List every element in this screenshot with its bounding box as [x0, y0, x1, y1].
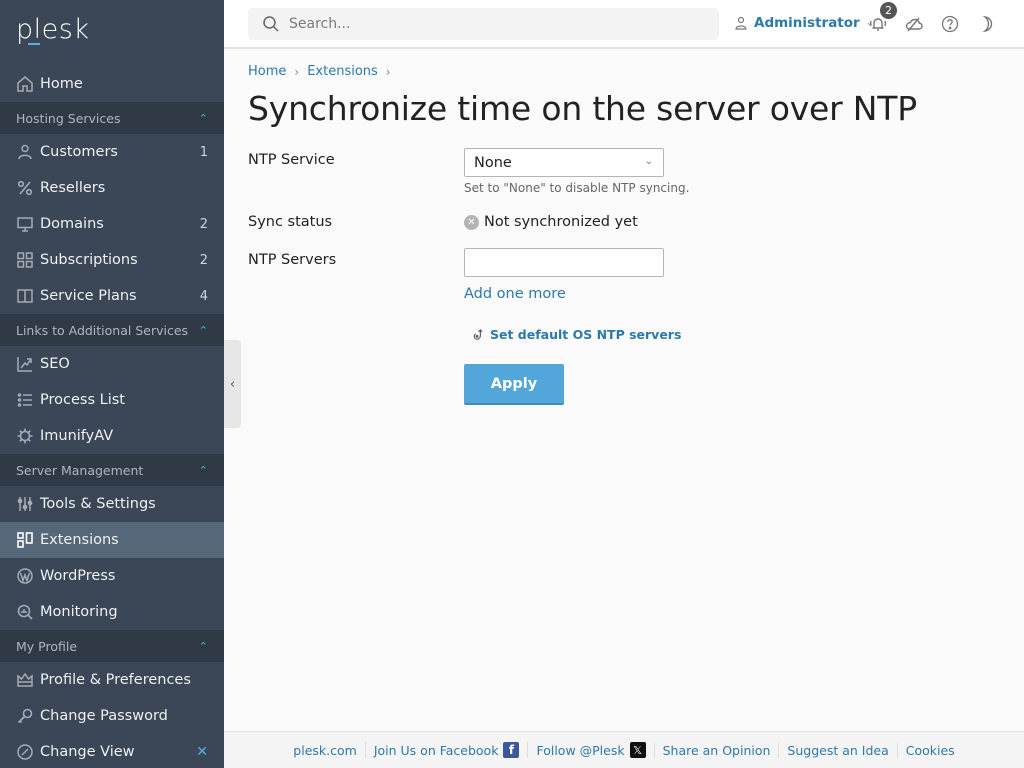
customers-count: 1 — [199, 144, 208, 160]
help-button[interactable] — [940, 14, 960, 34]
footer-link-x[interactable]: Follow @Plesk 𝕏 — [527, 742, 653, 758]
ntp-service-label: NTP Service — [248, 152, 335, 168]
logo-underline — [28, 43, 40, 45]
chevron-up-icon: ⌃ — [198, 323, 208, 337]
sidebar: plesk Home Hosting Services ⌃ Customers … — [0, 0, 224, 768]
sync-status: ✕ Not synchronized yet — [464, 214, 638, 230]
domains-count: 2 — [199, 216, 208, 232]
sidebar-item-wordpress[interactable]: WordPress — [0, 558, 224, 594]
search-icon — [263, 16, 279, 32]
footer-link-share-opinion[interactable]: Share an Opinion — [653, 742, 779, 758]
plesk-logo[interactable]: plesk — [0, 0, 224, 66]
breadcrumb-extensions[interactable]: Extensions — [307, 64, 378, 79]
crown-icon — [16, 671, 34, 689]
sliders-icon — [16, 495, 34, 513]
sidebar-item-profile-preferences[interactable]: Profile & Preferences — [0, 662, 224, 698]
close-icon[interactable]: ✕ — [196, 744, 208, 760]
help-icon — [941, 15, 959, 33]
ntp-service-value: None — [474, 154, 512, 171]
add-one-more-link[interactable]: Add one more — [464, 286, 566, 302]
apply-button[interactable]: Apply — [464, 364, 564, 405]
cloud-button[interactable] — [904, 14, 924, 34]
sidebar-item-extensions[interactable]: Extensions — [0, 522, 224, 558]
sidebar-item-home[interactable]: Home — [0, 66, 224, 102]
chevron-down-icon: ⌄ — [644, 156, 653, 167]
breadcrumb: Home › Extensions › — [248, 64, 399, 79]
sync-status-label: Sync status — [248, 214, 333, 230]
reset-icon — [473, 329, 483, 340]
ntp-server-input[interactable] — [464, 248, 664, 277]
service-plans-count: 4 — [199, 288, 208, 304]
footer-link-cookies[interactable]: Cookies — [896, 742, 963, 758]
sidebar-item-monitoring[interactable]: Monitoring — [0, 594, 224, 630]
user-icon — [16, 143, 34, 161]
book-icon — [16, 287, 34, 305]
sidebar-group-additional-services[interactable]: Links to Additional Services ⌃ — [0, 314, 224, 346]
user-icon — [735, 16, 747, 30]
sidebar-group-my-profile[interactable]: My Profile ⌃ — [0, 630, 224, 662]
sidebar-collapse-button[interactable]: ‹ — [224, 340, 241, 428]
chevron-left-icon: ‹ — [229, 376, 236, 392]
notifications-badge: 2 — [880, 2, 897, 19]
cloud-off-icon — [905, 17, 923, 32]
footer-link-suggest-idea[interactable]: Suggest an Idea — [778, 742, 896, 758]
chevron-up-icon: ⌃ — [198, 111, 208, 125]
theme-toggle-button[interactable] — [976, 14, 996, 34]
sidebar-item-change-view[interactable]: Change View ✕ — [0, 734, 224, 768]
key-icon — [16, 707, 34, 725]
sidebar-item-seo[interactable]: SEO — [0, 346, 224, 382]
moon-icon — [982, 15, 993, 33]
percent-icon — [16, 179, 34, 197]
chevron-right-icon: › — [294, 64, 300, 79]
footer-link-plesk[interactable]: plesk.com — [285, 743, 365, 758]
footer-link-facebook[interactable]: Join Us on Facebook f — [364, 742, 528, 758]
sidebar-item-customers[interactable]: Customers 1 — [0, 134, 224, 170]
wordpress-icon — [16, 567, 34, 585]
ntp-service-select[interactable]: None ⌄ — [464, 148, 664, 177]
sidebar-item-tools-settings[interactable]: Tools & Settings — [0, 486, 224, 522]
footer: plesk.com Join Us on Facebook f Follow @P… — [224, 731, 1024, 768]
user-menu[interactable]: Administrator ⌄ — [734, 15, 873, 31]
facebook-icon: f — [503, 742, 520, 758]
monitoring-icon — [16, 603, 34, 621]
page-title: Synchronize time on the server over NTP — [248, 89, 917, 128]
chevron-up-icon: ⌃ — [198, 639, 208, 653]
sidebar-item-resellers[interactable]: Resellers — [0, 170, 224, 206]
user-name: Administrator — [754, 15, 860, 31]
search-input[interactable] — [289, 16, 689, 32]
sidebar-group-hosting-services[interactable]: Hosting Services ⌃ — [0, 102, 224, 134]
grid-icon — [16, 251, 34, 269]
subscriptions-count: 2 — [199, 252, 208, 268]
not-synced-icon: ✕ — [464, 214, 479, 230]
monitor-icon — [16, 215, 34, 233]
sidebar-item-service-plans[interactable]: Service Plans 4 — [0, 278, 224, 314]
compass-icon — [16, 743, 34, 761]
home-icon — [16, 75, 34, 93]
sidebar-item-change-password[interactable]: Change Password — [0, 698, 224, 734]
set-default-ntp-link[interactable]: Set default OS NTP servers — [472, 327, 681, 342]
extensions-icon — [16, 531, 34, 549]
chevron-right-icon: › — [385, 64, 391, 79]
chart-icon — [16, 355, 34, 373]
list-icon — [16, 391, 34, 409]
sidebar-item-subscriptions[interactable]: Subscriptions 2 — [0, 242, 224, 278]
top-header: Administrator ⌄ 2 — [224, 0, 1024, 49]
ntp-servers-label: NTP Servers — [248, 252, 337, 268]
chevron-up-icon: ⌃ — [198, 463, 208, 477]
sidebar-item-imunifyav[interactable]: ImunifyAV — [0, 418, 224, 454]
ntp-service-hint: Set to "None" to disable NTP syncing. — [464, 181, 690, 195]
sync-status-value: Not synchronized yet — [484, 214, 638, 230]
x-logo-icon: 𝕏 — [629, 742, 646, 758]
imunify-icon — [16, 427, 34, 445]
breadcrumb-home[interactable]: Home — [248, 64, 286, 79]
sidebar-item-domains[interactable]: Domains 2 — [0, 206, 224, 242]
search-box[interactable] — [248, 8, 719, 40]
sidebar-group-server-management[interactable]: Server Management ⌃ — [0, 454, 224, 486]
sidebar-item-process-list[interactable]: Process List — [0, 382, 224, 418]
